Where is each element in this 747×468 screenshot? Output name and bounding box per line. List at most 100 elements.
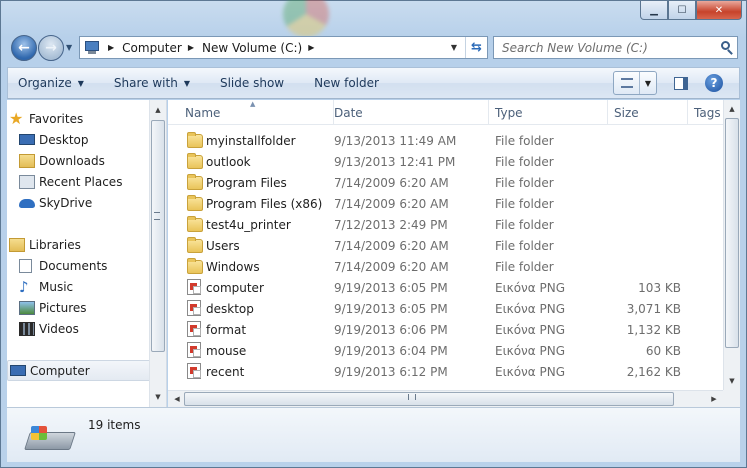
sidebar-item-favorites[interactable]: ★ Favorites [7, 108, 152, 129]
file-date: 9/19/2013 6:06 PM [334, 322, 448, 337]
back-button[interactable]: ← [11, 35, 37, 61]
file-list-horizontal-scrollbar[interactable]: ◀ ▶ [168, 390, 723, 407]
file-date: 7/14/2009 6:20 AM [334, 238, 449, 253]
file-list-vertical-scrollbar[interactable]: ▲ ▼ [723, 100, 740, 390]
sidebar-item-videos[interactable]: Videos [7, 318, 152, 339]
refresh-button[interactable]: ⇆ [465, 37, 487, 58]
file-name: mouse [206, 343, 247, 358]
file-size: 3,071 KB [626, 301, 681, 316]
scroll-down-icon[interactable]: ▼ [724, 373, 740, 389]
item-count: 19 items [88, 418, 141, 432]
new-folder-button[interactable]: New folder [304, 68, 389, 98]
minimize-button[interactable]: ▁ [640, 1, 668, 20]
sidebar-item-music[interactable]: ♪ Music [7, 276, 152, 297]
file-date: 9/19/2013 6:12 PM [334, 364, 448, 379]
column-header-size[interactable]: Size [608, 100, 688, 125]
scroll-left-icon[interactable]: ◀ [169, 391, 185, 407]
chevron-down-icon: ▼ [183, 78, 190, 88]
breadcrumb-separator-icon[interactable]: ▶ [308, 43, 314, 52]
table-row[interactable]: mouse 9/19/2013 6:04 PM Εικόνα PNG 60 KB [168, 340, 723, 361]
organize-button[interactable]: Organize ▼ [8, 68, 94, 98]
close-button[interactable]: ✕ [696, 1, 742, 20]
change-view-button[interactable]: ▼ [613, 71, 657, 95]
breadcrumb-computer[interactable]: Computer [122, 41, 182, 55]
view-options-dropdown[interactable]: ▼ [640, 79, 656, 88]
file-size [598, 235, 681, 256]
sidebar-item-skydrive[interactable]: SkyDrive [7, 192, 152, 213]
address-history-dropdown[interactable]: ▼ [445, 37, 463, 58]
sidebar-item-libraries[interactable]: Libraries [7, 234, 152, 255]
sidebar-item-computer[interactable]: Computer [7, 360, 152, 381]
sidebar-item-recent-places[interactable]: Recent Places [7, 171, 152, 192]
column-header-row: Name ▲ Date Type Size Tags [168, 100, 723, 125]
help-icon: ? [710, 76, 718, 90]
column-header-label: Size [614, 105, 639, 120]
png-file-icon [187, 300, 201, 316]
folder-icon [187, 195, 203, 211]
maximize-button[interactable]: ☐ [668, 1, 696, 20]
share-with-button[interactable]: Share with ▼ [104, 68, 200, 98]
file-date: 7/12/2013 2:49 PM [334, 217, 448, 232]
search-box[interactable]: Search New Volume (C:) [493, 36, 738, 59]
file-name: outlook [206, 154, 251, 169]
table-row[interactable]: test4u_printer 7/12/2013 2:49 PM File fold… [168, 214, 723, 235]
table-row[interactable]: Program Files 7/14/2009 6:20 AM File folde… [168, 172, 723, 193]
sidebar-item-pictures[interactable]: Pictures [7, 297, 152, 318]
table-row[interactable]: Windows 7/14/2009 6:20 AM File folder [168, 256, 723, 277]
table-row[interactable]: outlook 9/13/2013 12:41 PM File folder [168, 151, 723, 172]
organize-label: Organize [18, 76, 72, 90]
table-row[interactable]: Program Files (x86) 7/14/2009 6:20 AM File… [168, 193, 723, 214]
breadcrumb-separator-icon[interactable]: ▶ [188, 43, 194, 52]
column-header-type[interactable]: Type [489, 100, 608, 125]
scroll-up-icon[interactable]: ▲ [150, 102, 166, 118]
folder-icon [187, 153, 203, 169]
column-header-date[interactable]: Date [328, 100, 489, 125]
scrollbar-grip [154, 212, 160, 220]
table-row[interactable]: desktop 9/19/2013 6:05 PM Εικόνα PNG 3,071 … [168, 298, 723, 319]
recent-pages-dropdown[interactable]: ▼ [66, 43, 76, 53]
title-bar[interactable]: ▁ ☐ ✕ [1, 0, 746, 37]
help-button[interactable]: ? [705, 74, 723, 92]
file-name: myinstallfolder [206, 133, 296, 148]
scrollbar-thumb[interactable] [184, 392, 674, 406]
file-size [598, 193, 681, 214]
file-size: 1,132 KB [626, 322, 681, 337]
sidebar-item-label: Libraries [29, 237, 81, 252]
preview-pane-button[interactable] [671, 73, 691, 93]
column-header-name[interactable]: Name [179, 100, 334, 125]
scrollbar-thumb[interactable] [151, 120, 165, 352]
breadcrumb-new-volume[interactable]: New Volume (C:) [202, 41, 302, 55]
sidebar-item-documents[interactable]: Documents [7, 255, 152, 276]
table-row[interactable]: computer 9/19/2013 6:05 PM Εικόνα PNG 103 K… [168, 277, 723, 298]
search-icon[interactable] [717, 38, 737, 58]
address-bar[interactable]: ▶ Computer ▶ New Volume (C:) ▶ ▼ ⇆ [79, 36, 488, 59]
scroll-up-icon[interactable]: ▲ [724, 101, 740, 117]
slide-show-button[interactable]: Slide show [210, 68, 294, 98]
table-row[interactable]: format 9/19/2013 6:06 PM Εικόνα PNG 1,132 K… [168, 319, 723, 340]
details-view-icon[interactable] [614, 72, 640, 94]
file-date: 7/14/2009 6:20 AM [334, 259, 449, 274]
file-name: Program Files (x86) [206, 196, 323, 211]
folder-icon [187, 174, 203, 190]
file-name: test4u_printer [206, 217, 291, 232]
search-input[interactable]: Search New Volume (C:) [502, 41, 717, 55]
details-pane: 19 items [7, 407, 740, 462]
table-row[interactable]: recent 9/19/2013 6:12 PM Εικόνα PNG 2,162 K… [168, 361, 723, 382]
file-name: Windows [206, 259, 260, 274]
scrollbar-grip [408, 394, 416, 400]
breadcrumb-separator-icon[interactable]: ▶ [108, 43, 114, 52]
forward-button[interactable]: → [38, 35, 64, 61]
scrollbar-thumb[interactable] [725, 118, 739, 348]
scroll-right-icon[interactable]: ▶ [706, 391, 722, 407]
scroll-down-icon[interactable]: ▼ [150, 389, 166, 405]
sidebar-item-downloads[interactable]: Downloads [7, 150, 152, 171]
computer-icon [10, 365, 26, 376]
file-size: 2,162 KB [626, 364, 681, 379]
table-row[interactable]: myinstallfolder 9/13/2013 11:49 AM File fo… [168, 130, 723, 151]
file-type: File folder [495, 133, 554, 148]
close-icon: ✕ [714, 4, 724, 16]
table-row[interactable]: Users 7/14/2009 6:20 AM File folder [168, 235, 723, 256]
sidebar-item-desktop[interactable]: Desktop [7, 129, 152, 150]
navigation-pane-scrollbar[interactable]: ▲ ▼ [149, 100, 166, 407]
column-header-tags[interactable]: Tags [688, 100, 723, 125]
